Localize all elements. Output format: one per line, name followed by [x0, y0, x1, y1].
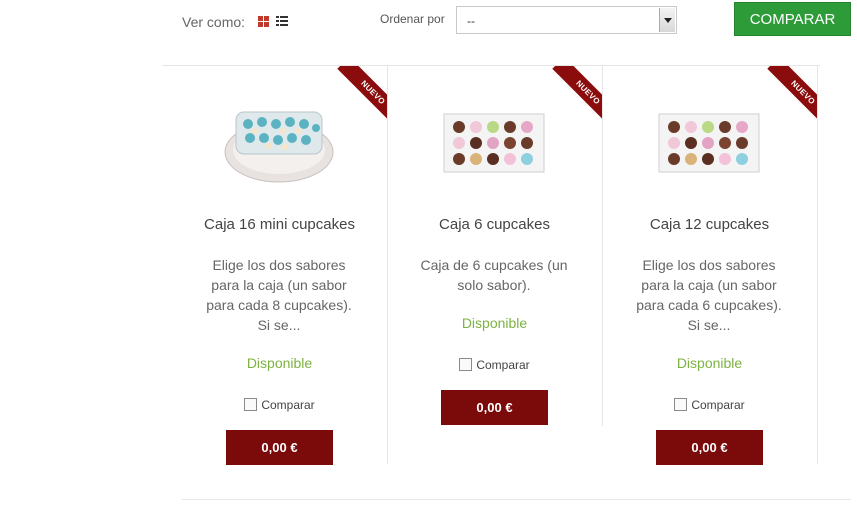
description-line: solo sabor). — [457, 277, 531, 293]
compare-toggle[interactable]: Comparar — [387, 358, 602, 372]
compare-checkbox-label: Comparar — [261, 398, 315, 412]
description-line: Elige los dos sabores — [642, 257, 776, 273]
view-as-label: Ver como: — [182, 14, 246, 30]
price-button[interactable]: 0,00 € — [656, 430, 763, 465]
new-badge: NUEVO — [755, 66, 817, 128]
product-description: Elige los dos sabores para la caja (un s… — [624, 255, 794, 335]
description-line: Elige los dos sabores — [212, 257, 346, 273]
compare-checkbox[interactable] — [674, 398, 688, 411]
new-badge-label: NUEVO — [552, 66, 602, 128]
column-divider — [817, 66, 818, 464]
description-line: Si se... — [687, 317, 731, 333]
new-badge-label: NUEVO — [337, 66, 387, 128]
compare-toggle[interactable]: Comparar — [172, 398, 387, 412]
compare-checkbox-label: Comparar — [476, 358, 530, 372]
product-image[interactable] — [654, 94, 764, 184]
description-line: Caja de 6 cupcakes (un — [420, 257, 568, 273]
product-card: NUEVO Caja 6 cupcakes Caja de 6 cupcakes… — [387, 66, 602, 464]
compare-toggle[interactable]: Comparar — [602, 398, 817, 412]
product-description: Elige los dos sabores para la caja (un s… — [194, 255, 364, 335]
price-button[interactable]: 0,00 € — [226, 430, 333, 465]
compare-checkbox[interactable] — [459, 358, 473, 371]
description-line: para la caja (un sabor — [211, 277, 347, 293]
list-view-icon[interactable] — [276, 16, 288, 27]
product-image[interactable] — [224, 94, 334, 184]
sort-selected-value: -- — [467, 14, 475, 28]
price-button[interactable]: 0,00 € — [441, 390, 548, 425]
product-toolbar: Ver como: Ordenar por -- COMPARAR — [0, 0, 857, 60]
product-card: NUEVO Caja 12 cupcakes Elige los dos sab… — [602, 66, 817, 465]
sort-select[interactable]: -- — [456, 6, 677, 34]
description-line: para la caja (un sabor — [641, 277, 777, 293]
product-title[interactable]: Caja 12 cupcakes — [602, 216, 817, 233]
availability-status: Disponible — [246, 355, 313, 371]
product-image[interactable] — [439, 94, 549, 184]
new-badge-label: NUEVO — [767, 66, 817, 128]
description-line: Si se... — [257, 317, 301, 333]
compare-checkbox-label: Comparar — [691, 398, 745, 412]
product-grid: NUEVO Caja 16 mini cupcakes Elige los do… — [162, 65, 820, 466]
description-line: para cada 8 cupcakes). — [206, 297, 352, 313]
product-title[interactable]: Caja 6 cupcakes — [387, 216, 602, 233]
availability-status: Disponible — [676, 355, 743, 371]
bottom-divider — [182, 499, 851, 500]
sort-by-label: Ordenar por — [380, 12, 445, 26]
product-description: Caja de 6 cupcakes (un solo sabor). — [409, 255, 579, 295]
compare-button[interactable]: COMPARAR — [734, 2, 851, 36]
product-title[interactable]: Caja 16 mini cupcakes — [172, 216, 387, 233]
description-line: para cada 6 cupcakes). — [636, 297, 782, 313]
grid-view-icon[interactable] — [258, 16, 269, 27]
new-badge: NUEVO — [325, 66, 387, 128]
chevron-down-icon[interactable] — [659, 8, 675, 32]
new-badge: NUEVO — [540, 66, 602, 128]
compare-checkbox[interactable] — [244, 398, 258, 411]
availability-status: Disponible — [461, 315, 528, 331]
product-card: NUEVO Caja 16 mini cupcakes Elige los do… — [172, 66, 387, 465]
